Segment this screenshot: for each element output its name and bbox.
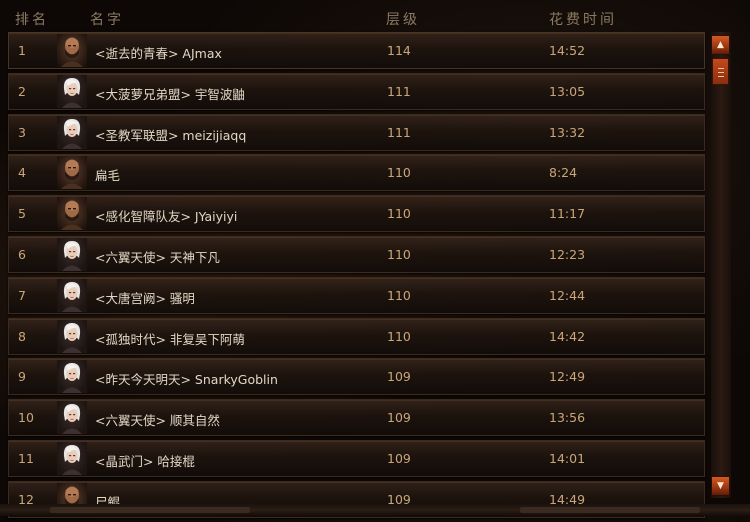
header-rank: 排名 [15, 12, 49, 28]
rank-value: 7 [18, 287, 26, 303]
player-name[interactable]: 扁毛 [95, 165, 120, 184]
leaderboard-row[interactable]: 6 <六翼天使> 天神下凡 110 12:23 [8, 235, 705, 273]
monk-portrait-icon [57, 360, 87, 394]
leaderboard-row[interactable]: 3 <圣教军联盟> meizijiaqq 111 13:32 [8, 113, 705, 151]
monk-portrait-icon [57, 237, 87, 271]
time-value: 14:01 [549, 450, 586, 466]
monk-portrait-icon [57, 441, 87, 475]
rank-value: 4 [18, 165, 26, 181]
rank-value: 1 [18, 43, 26, 58]
leaderboard-row[interactable]: 8 <孤独时代> 非复吴下阿萌 110 14:42 [8, 317, 705, 355]
leaderboard-row[interactable]: 10 <六翼天使> 顺其自然 109 13:56 [8, 399, 705, 437]
level-value: 110 [387, 206, 411, 222]
monk-portrait-icon [57, 115, 87, 149]
time-value: 12:23 [549, 246, 586, 262]
time-value: 14:42 [549, 328, 586, 344]
leaderboard-row[interactable]: 1 <逝去的青春> AJmax 114 14:52 [8, 32, 705, 69]
player-name[interactable]: <大菠萝兄弟盟> 宇智波鼬 [95, 84, 245, 103]
level-value: 114 [387, 43, 411, 58]
leaderboard-panel: 排名 名字 层级 花费时间 1 <逝去的青春> AJmax 114 14:52 2 <大菠… [0, 0, 750, 518]
time-value: 14:52 [549, 43, 586, 58]
level-value: 109 [387, 450, 411, 466]
time-value: 12:44 [549, 287, 586, 303]
time-value: 13:56 [549, 410, 586, 426]
time-value: 13:32 [549, 124, 586, 140]
time-value: 12:49 [549, 369, 586, 385]
scrollbar-thumb[interactable] [712, 58, 729, 85]
arrow-up-icon[interactable]: ▲ [711, 35, 730, 55]
player-name[interactable]: <昨天今天明天> SnarkyGoblin [95, 369, 278, 388]
frame-ornament [520, 507, 700, 513]
leaderboard-row[interactable]: 2 <大菠萝兄弟盟> 宇智波鼬 111 13:05 [8, 72, 705, 110]
level-value: 110 [387, 246, 411, 262]
player-name[interactable]: <六翼天使> 顺其自然 [95, 410, 220, 429]
player-name[interactable]: <孤独时代> 非复吴下阿萌 [95, 329, 245, 348]
rank-value: 5 [18, 206, 26, 222]
rank-value: 10 [18, 410, 34, 426]
header-name: 名字 [90, 12, 124, 28]
monk-portrait-icon [57, 319, 87, 353]
leaderboard-row[interactable]: 5 <感化智障队友> JYaiyiyi 110 11:17 [8, 195, 705, 233]
rank-value: 2 [18, 83, 26, 99]
arrow-down-icon[interactable]: ▼ [711, 476, 730, 496]
level-value: 109 [387, 369, 411, 385]
level-value: 109 [387, 410, 411, 426]
time-value: 8:24 [549, 165, 578, 181]
player-name[interactable]: <晶武门> 哈接棍 [95, 451, 195, 470]
monk-portrait-icon [57, 401, 87, 435]
rank-value: 6 [18, 246, 26, 262]
time-value: 13:05 [549, 83, 586, 99]
rank-value: 11 [18, 450, 34, 466]
monk-portrait-icon [57, 74, 87, 108]
leaderboard-row[interactable]: 4 扁毛 110 8:24 [8, 154, 705, 192]
rank-value: 3 [18, 124, 26, 140]
level-value: 110 [387, 328, 411, 344]
barbarian-portrait-icon [57, 34, 87, 67]
player-name[interactable]: <逝去的青春> AJmax [95, 43, 222, 62]
barbarian-portrait-icon [57, 156, 87, 190]
player-name[interactable]: <圣教军联盟> meizijiaqq [95, 125, 246, 144]
player-name[interactable]: <大唐宫阙> 骚明 [95, 288, 195, 307]
scrollbar-track[interactable] [711, 32, 731, 498]
level-value: 110 [387, 287, 411, 303]
level-value: 111 [387, 124, 411, 140]
time-value: 11:17 [549, 206, 586, 222]
leaderboard-list: 1 <逝去的青春> AJmax 114 14:52 2 <大菠萝兄弟盟> 宇智波鼬 111 1… [8, 32, 705, 522]
player-name[interactable]: <感化智障队友> JYaiyiyi [95, 206, 237, 225]
player-name[interactable]: <六翼天使> 天神下凡 [95, 247, 220, 266]
frame-ornament [50, 507, 250, 513]
monk-portrait-icon [57, 278, 87, 312]
bottom-frame [0, 504, 750, 516]
table-header: 排名 名字 层级 花费时间 [0, 0, 706, 32]
leaderboard-row[interactable]: 11 <晶武门> 哈接棍 109 14:01 [8, 439, 705, 477]
leaderboard-row[interactable]: 7 <大唐宫阙> 骚明 110 12:44 [8, 276, 705, 314]
header-time: 花费时间 [549, 12, 617, 28]
rank-value: 9 [18, 369, 26, 385]
level-value: 110 [387, 165, 411, 181]
rank-value: 8 [18, 328, 26, 344]
level-value: 111 [387, 83, 411, 99]
header-level: 层级 [386, 12, 420, 28]
leaderboard-row[interactable]: 9 <昨天今天明天> SnarkyGoblin 109 12:49 [8, 358, 705, 396]
barbarian-portrait-icon [57, 197, 87, 231]
